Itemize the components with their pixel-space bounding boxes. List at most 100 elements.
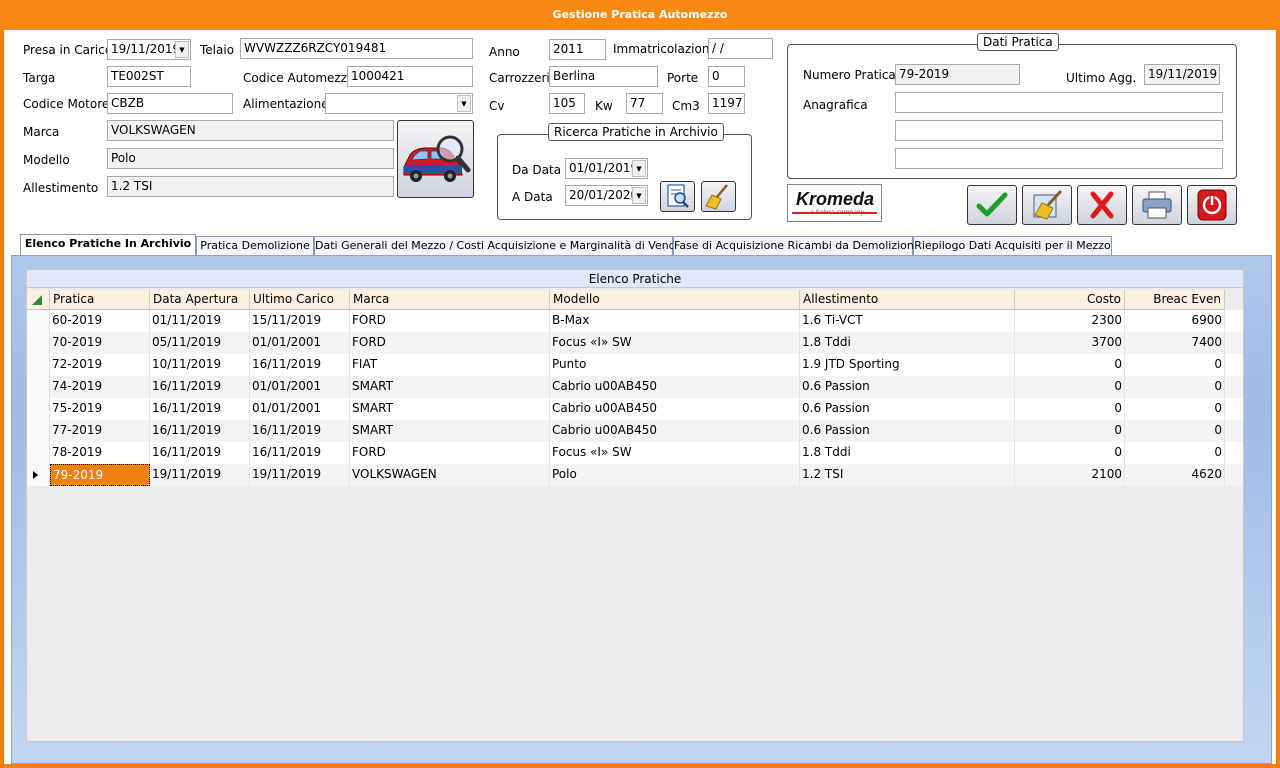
column-header-pratica[interactable]: Pratica <box>50 290 150 310</box>
cell-pratica[interactable]: 70-2019 <box>50 332 150 354</box>
grid-corner[interactable] <box>27 290 50 310</box>
cell-data-apertura[interactable]: 16/11/2019 <box>150 442 250 464</box>
cell-break-even[interactable]: 0 <box>1125 442 1225 464</box>
cm3-field[interactable]: 1197 <box>708 93 745 114</box>
alimentazione-select[interactable]: ▼ <box>325 93 473 114</box>
cell-modello[interactable]: Polo <box>550 464 800 486</box>
cell-marca[interactable]: FIAT <box>350 354 550 376</box>
search-archive-button[interactable] <box>660 181 695 212</box>
row-selector[interactable] <box>27 332 50 354</box>
exit-button[interactable] <box>1187 185 1237 225</box>
table-row[interactable]: 70-2019 05/11/2019 01/01/2001 FORD Focus «I»… <box>27 332 1243 354</box>
kw-field[interactable]: 77 <box>626 93 663 114</box>
cell-break-even[interactable]: 0 <box>1125 398 1225 420</box>
cell-costo[interactable]: 0 <box>1015 420 1125 442</box>
cell-break-even[interactable]: 4620 <box>1125 464 1225 486</box>
cell-allestimento[interactable]: 1.8 Tddi <box>800 332 1015 354</box>
cell-allestimento[interactable]: 1.9 JTD Sporting <box>800 354 1015 376</box>
anagrafica-line-2[interactable] <box>895 120 1223 141</box>
cell-ultimo-carico[interactable]: 15/11/2019 <box>250 310 350 332</box>
cell-marca[interactable]: FORD <box>350 442 550 464</box>
cell-marca[interactable]: SMART <box>350 376 550 398</box>
cell-break-even[interactable]: 6900 <box>1125 310 1225 332</box>
cell-modello[interactable]: Focus «I» SW <box>550 332 800 354</box>
table-row[interactable]: 78-2019 16/11/2019 16/11/2019 FORD Focus «I»… <box>27 442 1243 464</box>
chevron-down-icon[interactable]: ▼ <box>457 95 471 112</box>
column-header-allestimento[interactable]: Allestimento <box>800 290 1015 310</box>
marca-field[interactable]: VOLKSWAGEN <box>107 120 394 141</box>
cell-costo[interactable]: 2100 <box>1015 464 1125 486</box>
cell-allestimento[interactable]: 1.8 Tddi <box>800 442 1015 464</box>
cell-break-even[interactable]: 0 <box>1125 376 1225 398</box>
column-header-data-apertura[interactable]: Data Apertura <box>150 290 250 310</box>
cell-data-apertura[interactable]: 10/11/2019 <box>150 354 250 376</box>
cell-pratica[interactable]: 72-2019 <box>50 354 150 376</box>
numero-pratica-field[interactable]: 79-2019 <box>895 64 1020 85</box>
column-header-modello[interactable]: Modello <box>550 290 800 310</box>
da-data-datepicker[interactable]: 01/01/2019 ▼ <box>565 158 648 179</box>
cell-data-apertura[interactable]: 16/11/2019 <box>150 398 250 420</box>
cell-break-even[interactable]: 0 <box>1125 354 1225 376</box>
cell-marca[interactable]: SMART <box>350 420 550 442</box>
cell-break-even[interactable]: 7400 <box>1125 332 1225 354</box>
cell-costo[interactable]: 0 <box>1015 354 1125 376</box>
table-row[interactable]: 79-2019 19/11/2019 19/11/2019 VOLKSWAGEN Pol… <box>27 464 1243 486</box>
cell-data-apertura[interactable]: 01/11/2019 <box>150 310 250 332</box>
immatricolazione-field[interactable]: / / <box>708 38 773 59</box>
cell-modello[interactable]: B-Max <box>550 310 800 332</box>
tab-riepilogo[interactable]: Riepilogo Dati Acquisiti per il Mezzo <box>913 236 1112 256</box>
column-header-ultimo-carico[interactable]: Ultimo Carico <box>250 290 350 310</box>
row-selector[interactable] <box>27 354 50 376</box>
cell-pratica[interactable]: 78-2019 <box>50 442 150 464</box>
tab-dati-generali[interactable]: Dati Generali del Mezzo / Costi Acquisiz… <box>314 236 690 256</box>
porte-field[interactable]: 0 <box>708 66 745 87</box>
chevron-down-icon[interactable]: ▼ <box>632 160 646 177</box>
telaio-field[interactable]: WVWZZZ6RZCY019481 <box>240 38 473 59</box>
table-row[interactable]: 60-2019 01/11/2019 15/11/2019 FORD B-Max 1.6 … <box>27 310 1243 332</box>
cell-ultimo-carico[interactable]: 01/01/2001 <box>250 398 350 420</box>
cell-ultimo-carico[interactable]: 16/11/2019 <box>250 354 350 376</box>
modello-field[interactable]: Polo <box>107 148 394 169</box>
cell-modello[interactable]: Cabrio u00AB450 <box>550 420 800 442</box>
cell-pratica[interactable]: 60-2019 <box>50 310 150 332</box>
cell-pratica[interactable]: 75-2019 <box>50 398 150 420</box>
allestimento-field[interactable]: 1.2 TSI <box>107 176 394 197</box>
carrozzeria-field[interactable]: Berlina <box>549 66 658 87</box>
ultimo-agg-field[interactable]: 19/11/2019 <box>1144 64 1220 85</box>
cell-modello[interactable]: Cabrio u00AB450 <box>550 398 800 420</box>
cell-pratica[interactable]: 79-2019 <box>50 464 150 486</box>
cell-data-apertura[interactable]: 16/11/2019 <box>150 376 250 398</box>
codice-motore-field[interactable]: CBZB <box>107 93 233 114</box>
cell-allestimento[interactable]: 0.6 Passion <box>800 398 1015 420</box>
cell-pratica[interactable]: 77-2019 <box>50 420 150 442</box>
cancel-button[interactable] <box>1077 185 1127 225</box>
chevron-down-icon[interactable]: ▼ <box>632 187 646 204</box>
anagrafica-line-3[interactable] <box>895 148 1223 169</box>
clear-form-button[interactable] <box>1022 185 1072 225</box>
cell-costo[interactable]: 0 <box>1015 376 1125 398</box>
cell-marca[interactable]: SMART <box>350 398 550 420</box>
cell-costo[interactable]: 0 <box>1015 442 1125 464</box>
cell-data-apertura[interactable]: 16/11/2019 <box>150 420 250 442</box>
row-selector[interactable] <box>27 310 50 332</box>
chevron-down-icon[interactable]: ▼ <box>175 41 189 58</box>
cell-ultimo-carico[interactable]: 16/11/2019 <box>250 420 350 442</box>
cell-pratica[interactable]: 74-2019 <box>50 376 150 398</box>
cell-break-even[interactable]: 0 <box>1125 420 1225 442</box>
column-header-break-even[interactable]: Breac Even <box>1125 290 1225 310</box>
cell-allestimento[interactable]: 0.6 Passion <box>800 376 1015 398</box>
search-car-button[interactable] <box>397 120 474 198</box>
confirm-button[interactable] <box>967 185 1017 225</box>
row-selector[interactable] <box>27 376 50 398</box>
anagrafica-line-1[interactable] <box>895 92 1223 113</box>
cell-ultimo-carico[interactable]: 01/01/2001 <box>250 376 350 398</box>
clear-search-button[interactable] <box>701 181 736 212</box>
cell-data-apertura[interactable]: 19/11/2019 <box>150 464 250 486</box>
cell-allestimento[interactable]: 1.2 TSI <box>800 464 1015 486</box>
targa-field[interactable]: TE002ST <box>107 66 191 87</box>
table-row[interactable]: 77-2019 16/11/2019 16/11/2019 SMART Cabrio u… <box>27 420 1243 442</box>
a-data-datepicker[interactable]: 20/01/2020 ▼ <box>565 185 648 206</box>
table-row[interactable]: 75-2019 16/11/2019 01/01/2001 SMART Cabrio u… <box>27 398 1243 420</box>
tab-pratica-demolizione[interactable]: Pratica Demolizione <box>196 236 314 256</box>
row-selector[interactable] <box>27 442 50 464</box>
